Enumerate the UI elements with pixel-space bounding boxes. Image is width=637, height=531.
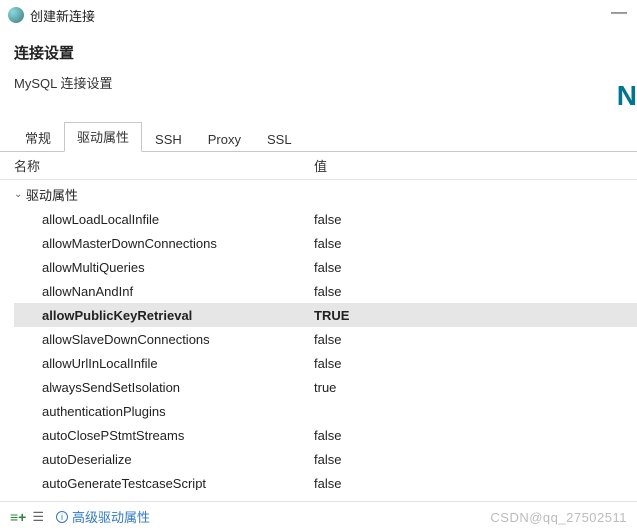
property-row[interactable]: alwaysSendSetIsolationtrue [14,375,637,399]
app-icon [8,7,24,23]
property-name: alwaysSendSetIsolation [42,380,314,395]
property-value[interactable]: false [314,212,637,227]
property-tree: ⌄ 驱动属性 allowLoadLocalInfilefalseallowMas… [0,180,637,490]
sub-heading: MySQL 连接设置 [0,69,637,106]
property-value[interactable]: false [314,428,637,443]
property-name: allowNanAndInf [42,284,314,299]
column-name[interactable]: 名称 [14,156,314,175]
list-icon[interactable]: ☰ [32,509,42,525]
property-value[interactable]: true [314,380,637,395]
property-value[interactable]: false [314,356,637,371]
property-row[interactable]: autoClosePStmtStreamsfalse [14,423,637,447]
property-value[interactable]: false [314,260,637,275]
property-row[interactable]: allowUrlInLocalInfilefalse [14,351,637,375]
minimize-icon[interactable]: — [611,4,627,22]
advanced-properties-link[interactable]: 高级驱动属性 [72,507,150,526]
property-row[interactable]: allowMultiQueriesfalse [14,255,637,279]
property-name: allowLoadLocalInfile [42,212,314,227]
section-heading: 连接设置 [0,30,637,69]
tabs: 常规驱动属性SSHProxySSL [0,124,637,152]
window-title: 创建新连接 [30,6,95,25]
property-row[interactable]: autoDeserializefalse [14,447,637,471]
add-property-icon[interactable]: ≡+ [10,509,26,525]
property-table-header: 名称 值 [0,152,637,180]
property-name: allowUrlInLocalInfile [42,356,314,371]
property-name: allowSlaveDownConnections [42,332,314,347]
tab-0[interactable]: 常规 [12,123,64,152]
property-row[interactable]: autoGenerateTestcaseScriptfalse [14,471,637,490]
tab-1[interactable]: 驱动属性 [64,122,142,152]
property-row[interactable]: allowPublicKeyRetrievalTRUE [14,303,637,327]
property-name: authenticationPlugins [42,404,314,419]
property-value[interactable]: false [314,332,637,347]
footer-bar: ≡+ ☰ i 高级驱动属性 [0,501,637,531]
property-row[interactable]: allowMasterDownConnectionsfalse [14,231,637,255]
tab-2[interactable]: SSH [142,127,195,152]
property-name: allowPublicKeyRetrieval [42,308,314,323]
property-name: allowMultiQueries [42,260,314,275]
property-value[interactable]: false [314,236,637,251]
mysql-logo-partial: N [617,80,637,112]
property-row[interactable]: allowLoadLocalInfilefalse [14,207,637,231]
chevron-down-icon: ⌄ [14,189,26,200]
info-icon: i [56,511,68,523]
tab-3[interactable]: Proxy [195,127,254,152]
property-name: autoGenerateTestcaseScript [42,476,314,491]
column-value[interactable]: 值 [314,156,623,175]
property-value[interactable]: TRUE [314,308,637,323]
property-row[interactable]: allowNanAndInffalse [14,279,637,303]
property-name: allowMasterDownConnections [42,236,314,251]
group-label: 驱动属性 [26,185,78,204]
property-row[interactable]: authenticationPlugins [14,399,637,423]
tab-4[interactable]: SSL [254,127,305,152]
property-value[interactable]: false [314,452,637,467]
property-value[interactable]: false [314,284,637,299]
property-name: autoDeserialize [42,452,314,467]
property-name: autoClosePStmtStreams [42,428,314,443]
property-group[interactable]: ⌄ 驱动属性 [14,182,637,207]
property-value[interactable]: false [314,476,637,491]
titlebar: 创建新连接 — [0,0,637,30]
property-row[interactable]: allowSlaveDownConnectionsfalse [14,327,637,351]
